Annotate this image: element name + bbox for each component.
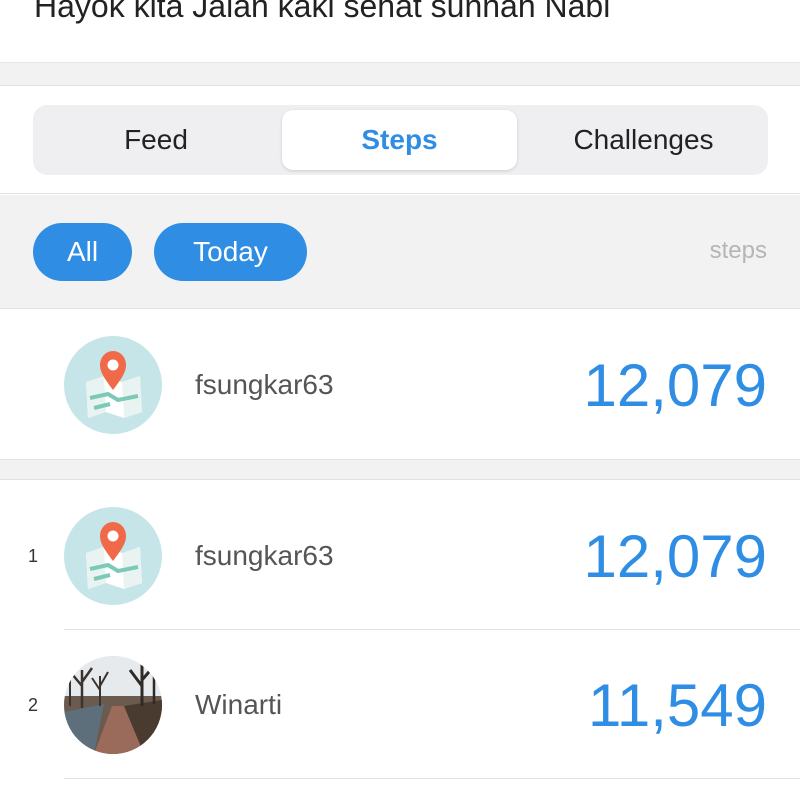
filter-bar: All Today steps xyxy=(0,195,800,309)
rank-number: 1 xyxy=(27,545,38,566)
map-pin-icon xyxy=(64,507,162,605)
section-separator xyxy=(0,460,800,480)
group-header: Hayok kita Jalan kaki sehat sunnah Nabi xyxy=(0,0,800,62)
steps-column-label: steps xyxy=(709,237,767,264)
username: fsungkar63 xyxy=(195,540,334,571)
step-count: 12,079 xyxy=(583,522,767,590)
step-count: 12,079 xyxy=(583,351,767,419)
tab-challenges[interactable]: Challenges xyxy=(523,110,764,170)
filter-all-button[interactable]: All xyxy=(33,223,132,281)
filter-today-button[interactable]: Today xyxy=(154,223,307,281)
tab-bar-container: Feed Steps Challenges xyxy=(0,86,800,194)
username: fsungkar63 xyxy=(195,369,334,400)
leaderboard-row[interactable]: 1 fsungkar63 12,079 xyxy=(0,481,800,631)
username: Winarti xyxy=(195,689,283,720)
row-divider xyxy=(64,778,800,779)
tab-feed[interactable]: Feed xyxy=(37,110,275,170)
map-pin-icon xyxy=(64,336,162,434)
rank-number: 2 xyxy=(27,694,38,715)
step-count: 11,549 xyxy=(587,671,767,739)
group-title: Hayok kita Jalan kaki sehat sunnah Nabi xyxy=(34,0,611,24)
tab-steps[interactable]: Steps xyxy=(282,110,517,170)
current-user-row[interactable]: fsungkar63 12,079 xyxy=(0,310,800,460)
user-avatar-photo xyxy=(64,656,162,754)
section-separator xyxy=(0,62,800,86)
segmented-control: Feed Steps Challenges xyxy=(33,105,768,175)
leaderboard-row[interactable]: 2 Winarti 11,549 xyxy=(0,630,800,780)
